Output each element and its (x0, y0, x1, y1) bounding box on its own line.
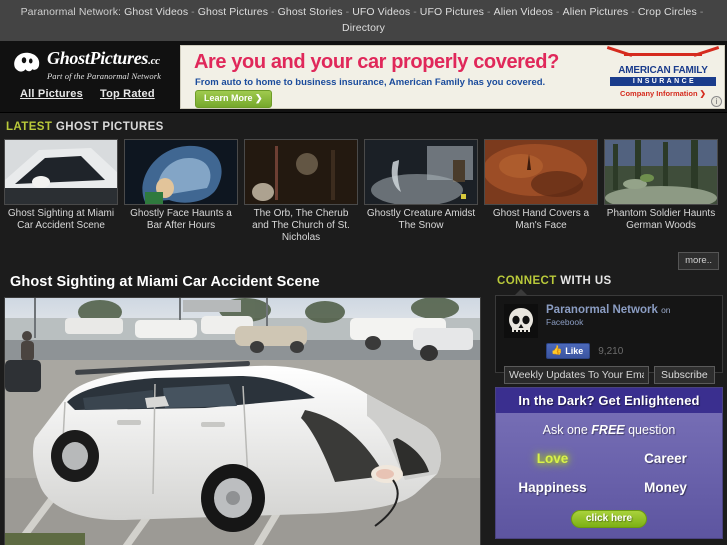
ad-cta-label: Learn More (204, 93, 253, 103)
thumbnail-caption: The Orb, The Cherub and The Church of St… (252, 208, 350, 243)
nav-separator: - (345, 6, 350, 18)
network-nav-item[interactable]: Ghost Videos (124, 6, 188, 18)
nav-separator: - (191, 6, 195, 18)
thumbnail-image[interactable] (364, 139, 478, 205)
page-title: Ghost Sighting at Miami Car Accident Sce… (10, 274, 320, 290)
psychic-ad-heading: In the Dark? Get Enlightened (496, 388, 722, 413)
connect-section-title: CONNECT WITH US (495, 270, 723, 295)
info-icon[interactable]: i (711, 96, 722, 107)
facebook-network-label: Facebook (546, 317, 584, 327)
psychic-options: Love Career Happiness Money (496, 451, 722, 495)
thumbnail-image[interactable] (4, 139, 118, 205)
thumbnail-item[interactable]: Ghost Hand Covers a Man's Face (484, 139, 598, 244)
nav-separator: - (556, 6, 560, 18)
facebook-page-name[interactable]: Paranormal Network on (546, 304, 671, 316)
thumbnail-item[interactable]: Ghost Sighting at Miami Car Accident Sce… (4, 139, 118, 244)
thumbnail-image[interactable] (484, 139, 598, 205)
thumbnail-image[interactable] (124, 139, 238, 205)
psychic-advertisement[interactable]: In the Dark? Get Enlightened Ask one FRE… (495, 387, 723, 539)
left-column: Ghost Sighting at Miami Car Accident Sce… (4, 270, 487, 545)
site-logo[interactable]: GhostPictures.cc Part of the Paranormal … (12, 49, 161, 81)
like-label: Like (565, 345, 584, 356)
site-header: GhostPictures.cc Part of the Paranormal … (0, 41, 727, 113)
nav-separator: - (271, 6, 275, 18)
ad-subtext: From auto to home to business insurance,… (195, 77, 546, 88)
subscribe-email-input[interactable] (504, 366, 649, 384)
network-nav-item[interactable]: Ghost Stories (278, 6, 343, 18)
network-nav-bar: Paranormal Network: Ghost Videos - Ghost P… (0, 0, 727, 41)
latest-thumbnail-strip: Ghost Sighting at Miami Car Accident Sce… (0, 139, 727, 244)
connect-title-highlight: CONNECT (497, 275, 557, 287)
advertisement-banner[interactable]: Are you and your car properly covered? F… (180, 45, 725, 109)
advertiser-subtitle: INSURANCE (610, 77, 716, 86)
psychic-click-here-button[interactable]: click here (570, 510, 648, 528)
psychic-option[interactable]: Happiness (496, 480, 609, 495)
psychic-ad-subheading: Ask one FREE question (542, 423, 676, 437)
connect-title-rest: WITH US (560, 275, 612, 287)
nav-separator: - (487, 6, 491, 18)
nav-link-all-pictures[interactable]: All Pictures (20, 88, 83, 100)
advertiser-name: AMERICAN FAMILY (618, 65, 708, 76)
brand-tagline: Part of the Paranormal Network (47, 71, 161, 81)
nav-link-top-rated[interactable]: Top Rated (100, 88, 155, 100)
company-information-link[interactable]: Company Information ❯ (610, 89, 716, 98)
more-button[interactable]: more.. (678, 252, 719, 270)
thumbs-up-icon: 👍 (551, 345, 563, 355)
right-column: CONNECT WITH US Paranormal Network on Fa… (495, 270, 723, 545)
thumbnail-caption: Ghostly Face Haunts a Bar After Hours (130, 208, 232, 231)
thumbnail-item[interactable]: Ghostly Face Haunts a Bar After Hours (124, 139, 238, 244)
thumbnail-caption: Ghost Hand Covers a Man's Face (492, 208, 590, 231)
latest-title-highlight: LATEST (6, 121, 53, 133)
advertiser-logo: AMERICAN FAMILY INSURANCE Company Inform… (610, 53, 716, 98)
main-content: Ghost Sighting at Miami Car Accident Sce… (0, 270, 727, 545)
header-nav: All Pictures Top Rated (20, 88, 169, 100)
psychic-option[interactable]: Love (496, 451, 609, 466)
chevron-right-icon: ❯ (255, 93, 263, 103)
facebook-like-count: 9,210 (598, 345, 624, 357)
network-nav-item[interactable]: Crop Circles (638, 6, 697, 18)
network-nav-item[interactable]: Ghost Pictures (198, 6, 268, 18)
latest-title-rest: GHOST PICTURES (55, 121, 164, 133)
latest-section-title: LATEST GHOST PICTURES (0, 113, 727, 139)
network-nav-item[interactable]: Directory (342, 22, 385, 34)
subscribe-button[interactable]: Subscribe (654, 366, 715, 384)
thumbnail-image[interactable] (244, 139, 358, 205)
network-nav-item[interactable]: Alien Pictures (563, 6, 629, 18)
nav-separator: - (699, 6, 704, 18)
thumbnail-caption: Phantom Soldier Haunts German Woods (606, 208, 716, 231)
brand-title: GhostPictures.cc (47, 48, 160, 68)
hero-image[interactable] (4, 297, 481, 545)
thumbnail-item[interactable]: Phantom Soldier Haunts German Woods (604, 139, 718, 244)
network-nav-item[interactable]: UFO Videos (352, 6, 410, 18)
ad-learn-more-button[interactable]: Learn More ❯ (195, 90, 272, 108)
more-row: more.. (0, 244, 727, 270)
chevron-right-icon: ❯ (699, 89, 706, 98)
ghost-icon (12, 51, 42, 77)
thumbnail-caption: Ghostly Creature Amidst The Snow (366, 208, 476, 231)
psychic-option[interactable]: Career (609, 451, 722, 466)
network-nav-item[interactable]: Alien Videos (494, 6, 553, 18)
nav-separator: - (631, 6, 635, 18)
thumbnail-item[interactable]: Ghostly Creature Amidst The Snow (364, 139, 478, 244)
skull-icon (504, 304, 538, 338)
thumbnail-caption: Ghost Sighting at Miami Car Accident Sce… (7, 208, 115, 231)
ad-headline: Are you and your car properly covered? (194, 51, 559, 73)
psychic-option[interactable]: Money (609, 480, 722, 495)
roof-icon (624, 53, 702, 64)
network-nav-lead: Paranormal Network: (20, 6, 122, 18)
facebook-widget: Paranormal Network on Facebook 👍 Like 9,… (495, 289, 723, 384)
nav-separator: - (413, 6, 417, 18)
facebook-like-button[interactable]: 👍 Like (546, 343, 591, 359)
network-nav-item[interactable]: UFO Pictures (420, 6, 484, 18)
thumbnail-image[interactable] (604, 139, 718, 205)
thumbnail-item[interactable]: The Orb, The Cherub and The Church of St… (244, 139, 358, 244)
